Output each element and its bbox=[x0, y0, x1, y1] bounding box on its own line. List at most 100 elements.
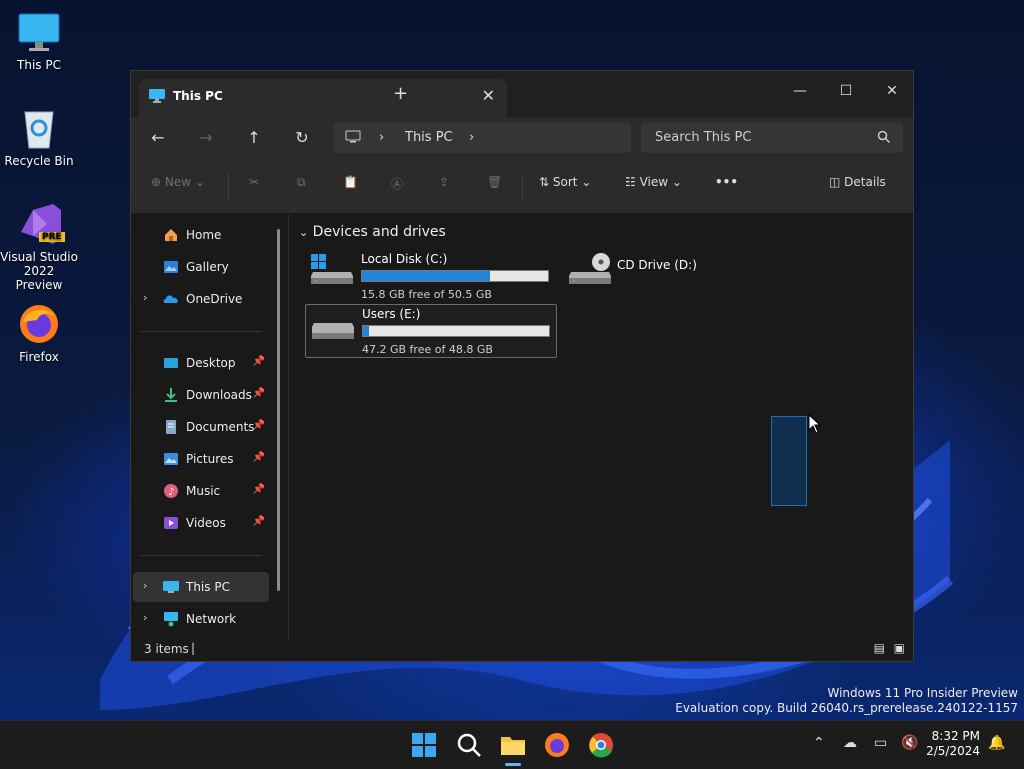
nav-label: Videos bbox=[186, 516, 226, 530]
pre-badge: PRE bbox=[39, 232, 65, 242]
copy-button[interactable]: ⧉ bbox=[297, 175, 306, 190]
rename-button[interactable]: Ⓐ bbox=[391, 175, 403, 192]
search-box[interactable]: Search This PC bbox=[641, 123, 903, 153]
volume-muted-icon[interactable]: 🔇 bbox=[901, 735, 918, 751]
network-status-icon[interactable]: ▭ bbox=[874, 735, 887, 751]
nav-item-onedrive[interactable]: › OneDrive bbox=[133, 284, 269, 314]
share-button[interactable]: ⇪ bbox=[439, 175, 449, 189]
plus-circle-icon: ⊕ bbox=[151, 175, 162, 189]
group-header-label: Devices and drives bbox=[312, 224, 446, 240]
clock-date: 2/5/2024 bbox=[926, 744, 980, 758]
maximize-button[interactable]: ☐ bbox=[823, 77, 869, 105]
nav-label: Documents bbox=[186, 420, 255, 434]
tab-this-pc[interactable]: This PC ✕ bbox=[139, 79, 507, 117]
desktop-icon-firefox[interactable]: Firefox bbox=[0, 302, 78, 364]
firefox-taskbar-button[interactable] bbox=[543, 731, 571, 759]
active-indicator bbox=[505, 763, 521, 766]
cut-button[interactable]: ✂ bbox=[249, 175, 259, 189]
nav-item-documents[interactable]: Documents 📌 bbox=[133, 412, 269, 442]
new-tab-button[interactable]: + bbox=[393, 83, 408, 104]
tiles-view-icon[interactable]: ▣ bbox=[894, 641, 905, 655]
up-button[interactable]: ↑ bbox=[241, 125, 267, 151]
breadcrumb-this-pc[interactable]: This PC bbox=[405, 130, 453, 145]
start-button[interactable] bbox=[410, 731, 438, 759]
tab-title: This PC bbox=[173, 89, 223, 103]
chevron-down-icon: ⌄ bbox=[299, 226, 309, 239]
pin-icon: 📌 bbox=[252, 452, 265, 463]
watermark-line-2: Evaluation copy. Build 26040.rs_prerelea… bbox=[675, 701, 1018, 715]
drive-c[interactable]: Local Disk (C:) 15.8 GB free of 50.5 GB bbox=[305, 250, 557, 301]
copy-icon: ⧉ bbox=[297, 175, 306, 189]
close-tab-button[interactable]: ✕ bbox=[482, 86, 495, 105]
nav-item-desktop[interactable]: Desktop 📌 bbox=[133, 348, 269, 378]
details-view-icon[interactable]: ▤ bbox=[874, 641, 885, 655]
chevron-right-icon[interactable]: › bbox=[143, 611, 147, 624]
minimize-button[interactable]: — bbox=[777, 77, 823, 105]
address-bar[interactable]: › This PC › bbox=[333, 123, 631, 153]
chevron-right-icon[interactable]: › bbox=[143, 291, 147, 304]
sort-button[interactable]: ⇅ Sort ⌄ bbox=[539, 175, 591, 189]
view-label: View bbox=[639, 175, 669, 189]
desktop-icon-visual-studio[interactable]: PRE Visual Studio 2022 Preview bbox=[0, 202, 78, 292]
search-taskbar-button[interactable] bbox=[455, 731, 483, 759]
toolbar-divider bbox=[522, 173, 523, 201]
command-bar: ⊕ New ⌄ ✂ ⧉ 📋 Ⓐ ⇪ 🗑 ⇅ Sort ⌄ ☷ View ⌄ ••… bbox=[131, 159, 913, 214]
content-area[interactable]: ⌄ Devices and drives Local Disk (C:) 15.… bbox=[293, 214, 911, 640]
scissors-icon: ✂ bbox=[249, 175, 260, 189]
new-button[interactable]: ⊕ New ⌄ bbox=[151, 175, 205, 189]
trash-icon: 🗑 bbox=[487, 175, 503, 189]
drive-e[interactable]: Users (E:) 47.2 GB free of 48.8 GB bbox=[305, 304, 557, 358]
folder-icon bbox=[501, 737, 525, 755]
chrome-taskbar-button[interactable] bbox=[587, 731, 615, 759]
pin-icon: 📌 bbox=[252, 356, 265, 367]
sort-label: Sort bbox=[552, 175, 578, 189]
watermark-line-1: Windows 11 Pro Insider Preview bbox=[827, 686, 1018, 700]
nav-item-pictures[interactable]: Pictures 📌 bbox=[133, 444, 269, 474]
back-button[interactable]: ← bbox=[145, 125, 171, 151]
nav-item-home[interactable]: Home bbox=[133, 220, 269, 250]
forward-button[interactable]: → bbox=[193, 125, 219, 151]
this-pc-icon bbox=[149, 89, 165, 106]
group-header-devices[interactable]: ⌄ Devices and drives bbox=[299, 224, 446, 240]
details-button[interactable]: ◫ Details bbox=[829, 175, 886, 189]
delete-button[interactable]: 🗑 bbox=[487, 175, 502, 189]
chevron-right-icon[interactable]: › bbox=[379, 130, 384, 145]
close-window-button[interactable]: ✕ bbox=[869, 77, 915, 105]
nav-item-gallery[interactable]: Gallery bbox=[133, 252, 269, 282]
new-label: New bbox=[164, 175, 192, 189]
paste-button[interactable]: 📋 bbox=[343, 175, 358, 189]
more-options-button[interactable]: ••• bbox=[715, 175, 738, 189]
pane-splitter[interactable] bbox=[288, 214, 289, 640]
status-bar: 3 items | ▤ ▣ bbox=[131, 639, 913, 661]
chevron-up-icon[interactable]: ⌃ bbox=[813, 735, 825, 751]
pin-icon: 📌 bbox=[252, 420, 265, 431]
nav-item-music[interactable]: ♪ Music 📌 bbox=[133, 476, 269, 506]
desktop-icon-recycle-bin[interactable]: Recycle Bin bbox=[0, 106, 78, 168]
nav-item-this-pc[interactable]: › This PC bbox=[133, 572, 269, 602]
nav-scrollbar[interactable] bbox=[277, 229, 280, 591]
onedrive-offline-icon[interactable]: ☁ bbox=[843, 735, 857, 751]
drive-usage-fill bbox=[362, 271, 490, 281]
nav-item-downloads[interactable]: Downloads 📌 bbox=[133, 380, 269, 410]
file-explorer-taskbar-button[interactable] bbox=[499, 731, 527, 766]
os-watermark: Windows 11 Pro Insider Preview Evaluatio… bbox=[675, 686, 1018, 716]
music-folder-icon: ♪ bbox=[163, 483, 179, 499]
chevron-right-icon[interactable]: › bbox=[469, 130, 474, 145]
refresh-button[interactable]: ↻ bbox=[289, 125, 315, 151]
nav-label: This PC bbox=[186, 580, 230, 594]
view-button[interactable]: ☷ View ⌄ bbox=[625, 175, 682, 189]
nav-item-videos[interactable]: Videos 📌 bbox=[133, 508, 269, 538]
nav-divider bbox=[141, 331, 261, 332]
nav-item-network[interactable]: › Network bbox=[133, 604, 269, 634]
chevron-right-icon[interactable]: › bbox=[143, 579, 147, 592]
drive-usage-fill bbox=[363, 326, 370, 336]
firefox-icon bbox=[545, 733, 569, 757]
desktop-icon-this-pc[interactable]: This PC bbox=[0, 10, 78, 72]
system-clock[interactable]: 8:32 PM 2/5/2024 bbox=[926, 729, 980, 759]
notification-bell-icon[interactable]: 🔔 bbox=[988, 735, 1005, 751]
details-pane-icon: ◫ bbox=[829, 175, 841, 189]
documents-folder-icon bbox=[163, 419, 179, 435]
drive-name: Users (E:) bbox=[362, 307, 421, 321]
monitor-icon bbox=[17, 10, 61, 54]
drive-d[interactable]: CD Drive (D:) bbox=[565, 250, 765, 298]
